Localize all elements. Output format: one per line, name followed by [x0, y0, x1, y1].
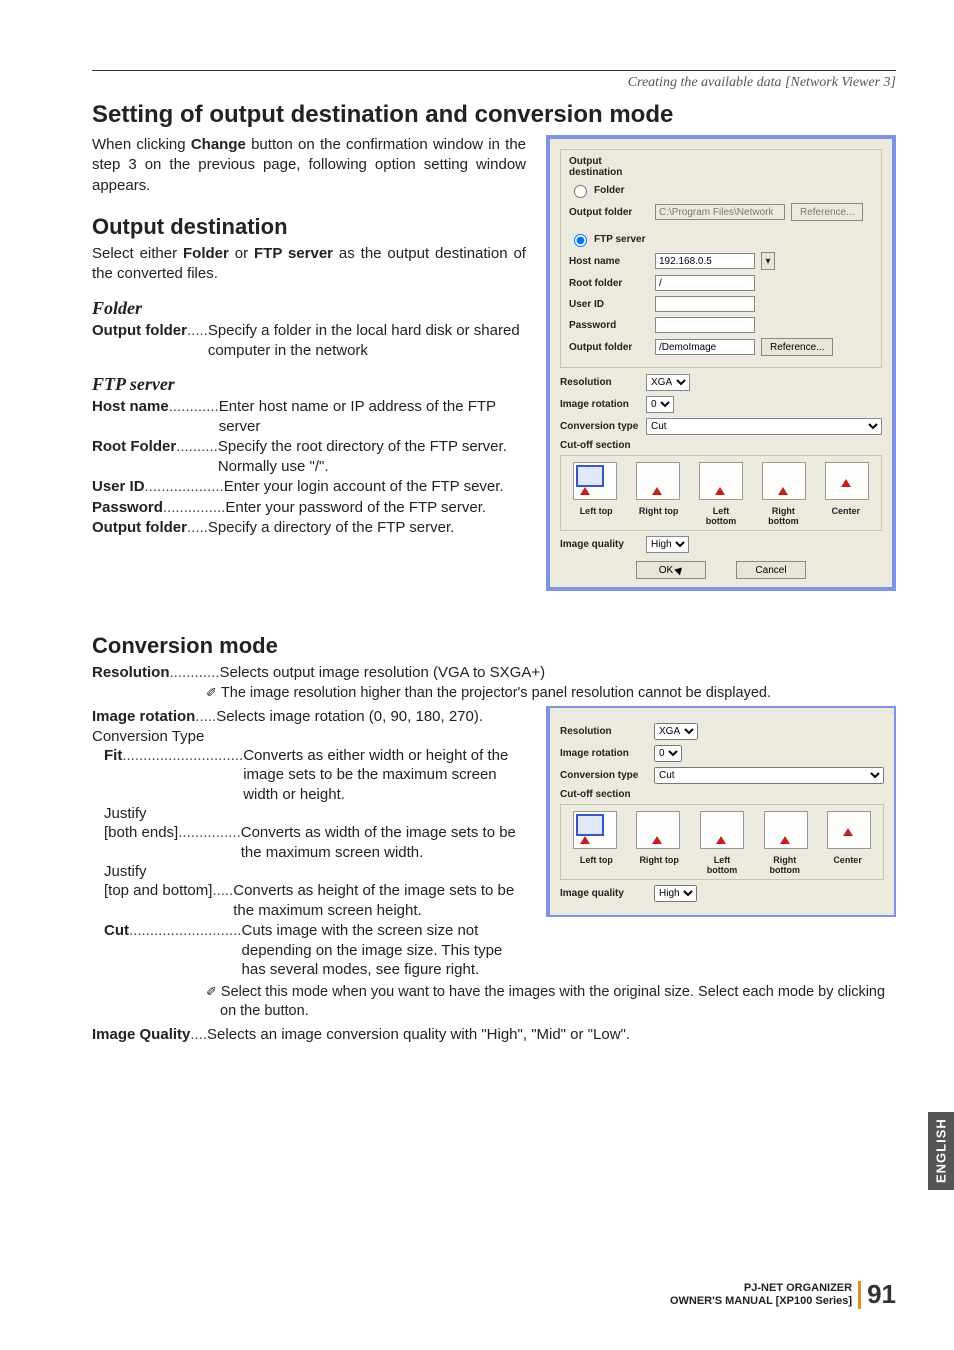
input-user[interactable]	[655, 296, 755, 312]
def-rotation: Image rotation.....Selects image rotatio…	[92, 707, 526, 727]
conv-type-label: Conversion Type	[92, 728, 526, 745]
cutoff-left-top[interactable]	[573, 462, 617, 500]
snip-lbl-cutoff: Cut-off section	[560, 789, 884, 800]
horizontal-rule	[92, 70, 896, 71]
language-tab: ENGLISH	[928, 1112, 954, 1190]
lbl-rotation: Image rotation	[560, 399, 640, 410]
snip-cutoff-0[interactable]	[573, 811, 617, 849]
lbl-output-folder: Output folder	[569, 207, 649, 218]
cutoff-section: Left top Right top Left bottom Right bot…	[560, 455, 882, 531]
group-label-output-dest: Output destination	[569, 156, 649, 178]
input-output-folder[interactable]	[655, 204, 785, 220]
lbl-host: Host name	[569, 256, 649, 267]
lbl-pass: Password	[569, 320, 649, 331]
page-number: 91	[867, 1279, 896, 1310]
cursor-icon	[674, 564, 685, 575]
select-rotation[interactable]: 0	[646, 396, 674, 413]
def-output-folder: Output folder.....Specify a folder in th…	[92, 321, 526, 360]
snip-cutoff-section: Left top Right top Left bottom Right bot…	[560, 804, 884, 880]
section-heading-output-conv: Setting of output destination and conver…	[92, 101, 896, 129]
snip-select-rot[interactable]: 0	[654, 745, 682, 762]
snip-select-ctype[interactable]: Cut	[654, 767, 884, 784]
reference-button-2[interactable]: Reference...	[761, 338, 833, 356]
select-imgquality[interactable]: High	[646, 536, 689, 553]
footer-manual: OWNER'S MANUAL [XP100 Series]	[670, 1295, 852, 1307]
snip-select-iq[interactable]: High	[654, 885, 697, 902]
subhead-output-dest: Output destination	[92, 214, 526, 240]
page-footer: PJ-NET ORGANIZER OWNER'S MANUAL [XP100 S…	[670, 1279, 896, 1310]
output-dest-paragraph: Select either Folder or FTP server as th…	[92, 244, 526, 285]
cutoff-right-top[interactable]	[636, 462, 680, 500]
reference-button-1[interactable]: Reference...	[791, 203, 863, 221]
lbl-resolution: Resolution	[560, 377, 640, 388]
def-user: User ID ...................Enter your lo…	[92, 477, 526, 497]
group-ftp: FTP server	[92, 374, 526, 395]
snip-cutoff-3[interactable]	[764, 811, 808, 849]
cutoff-center[interactable]	[825, 462, 869, 500]
group-folder: Folder	[92, 298, 526, 319]
def-out2: Output folder.....Specify a directory of…	[92, 518, 526, 538]
def-image-quality: Image Quality....Selects an image conver…	[92, 1025, 896, 1045]
conversion-snippet: Resolution XGA Image rotation 0 Conversi…	[546, 706, 896, 917]
radio-folder[interactable]: Folder	[569, 182, 873, 198]
snip-cutoff-1[interactable]	[636, 811, 680, 849]
lbl-convtype: Conversion type	[560, 421, 640, 432]
cutoff-label-4: Center	[822, 506, 870, 526]
def-host: Host name............Enter host name or …	[92, 397, 526, 436]
cutoff-label-2: Left bottom	[697, 506, 745, 526]
snip-lbl-ctype: Conversion type	[560, 770, 648, 781]
lbl-cutoff: Cut-off section	[560, 440, 640, 451]
def-fit: Fit.............................Converts…	[92, 746, 526, 805]
lbl-out2: Output folder	[569, 342, 649, 353]
snip-cutoff-2[interactable]	[700, 811, 744, 849]
cutoff-right-bottom[interactable]	[762, 462, 806, 500]
lbl-root: Root folder	[569, 278, 649, 289]
justify1-label: Justify	[92, 805, 526, 822]
snip-select-res[interactable]: XGA	[654, 723, 698, 740]
footer-divider	[858, 1281, 861, 1309]
def-root: Root Folder..........Specify the root di…	[92, 437, 526, 476]
def-cut: Cut...........................Cuts image…	[92, 921, 526, 980]
def-justify1: [both ends]...............Converts as wi…	[92, 823, 526, 862]
cutoff-label-3: Right bottom	[759, 506, 807, 526]
input-host[interactable]	[655, 253, 755, 269]
lbl-user: User ID	[569, 299, 649, 310]
chevron-down-icon[interactable]: ▾	[761, 252, 775, 270]
intro-paragraph: When clicking Change button on the confi…	[92, 135, 526, 196]
radio-ftp[interactable]: FTP server	[569, 231, 873, 247]
def-resolution: Resolution............Selects output ima…	[92, 663, 896, 683]
def-pass: Password...............Enter your passwo…	[92, 498, 526, 518]
cancel-button[interactable]: Cancel	[736, 561, 806, 579]
snip-cutoff-4[interactable]	[827, 811, 871, 849]
input-out2[interactable]	[655, 339, 755, 355]
chapter-header: Creating the available data [Network Vie…	[92, 75, 896, 91]
note-cut: Select this mode when you want to have t…	[92, 983, 896, 1021]
footer-product: PJ-NET ORGANIZER	[670, 1282, 852, 1294]
justify2-label: Justify	[92, 863, 526, 880]
def-justify2: [top and bottom].....Converts as height …	[92, 881, 526, 920]
lbl-imgquality: Image quality	[560, 539, 640, 550]
snip-lbl-res: Resolution	[560, 726, 648, 737]
ok-button[interactable]: OK	[636, 561, 706, 579]
input-pass[interactable]	[655, 317, 755, 333]
snip-lbl-rot: Image rotation	[560, 748, 648, 759]
subhead-conv-mode: Conversion mode	[92, 633, 896, 659]
note-resolution: The image resolution higher than the pro…	[92, 684, 896, 703]
settings-dialog: Output destination Folder Output folder …	[546, 135, 896, 591]
cutoff-label-1: Right top	[635, 506, 683, 526]
cutoff-left-bottom[interactable]	[699, 462, 743, 500]
snip-lbl-iq: Image quality	[560, 888, 648, 899]
select-convtype[interactable]: Cut	[646, 418, 882, 435]
select-resolution[interactable]: XGA	[646, 374, 690, 391]
input-root[interactable]	[655, 275, 755, 291]
cutoff-label-0: Left top	[572, 506, 620, 526]
